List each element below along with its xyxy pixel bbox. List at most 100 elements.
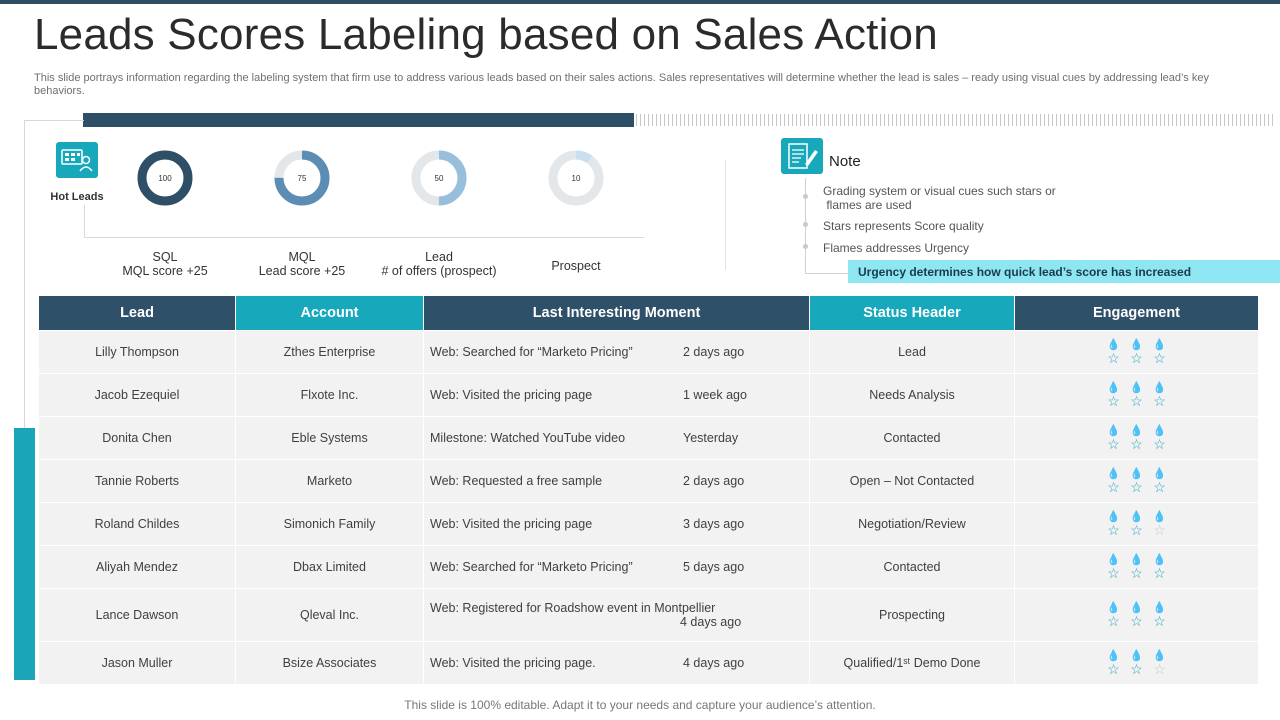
note-bullet (803, 244, 808, 249)
table-row: Jacob Ezequiel Flxote Inc. Web: Visited th… (38, 373, 1259, 417)
cell-account: Zthes Enterprise (235, 330, 424, 374)
cell-status: Contacted (809, 545, 1015, 589)
star-rating: ☆ ☆ ☆ (1102, 565, 1171, 581)
cell-lead: Roland Childes (38, 502, 236, 546)
score-category-detail: Lead score +25 (258, 264, 346, 278)
cell-account: Marketo (235, 459, 424, 503)
star-icon: ☆ (1153, 436, 1166, 452)
star-icon: ☆ (1130, 393, 1143, 409)
note-highlight: Urgency determines how quick lead’s scor… (848, 260, 1280, 283)
cell-moment: Web: Visited the pricing page 3 days ago (423, 502, 810, 546)
score-category-name: Lead (425, 250, 453, 264)
moment-time: 2 days ago (683, 474, 745, 488)
side-accent-bar (14, 428, 35, 680)
score-value: 75 (298, 174, 307, 183)
star-rating: ☆ ☆ ☆ (1102, 350, 1171, 366)
moment-text: Web: Searched for “Marketo Pricing” (430, 345, 633, 359)
score-category-detail: MQL score +25 (122, 264, 208, 278)
star-rating: ☆ ☆ ☆ (1102, 613, 1171, 629)
star-icon: ☆ (1107, 661, 1120, 677)
cell-account: Bsize Associates (235, 641, 424, 685)
star-icon: ☆ (1130, 565, 1143, 581)
moment-time: 5 days ago (683, 560, 745, 574)
star-icon: ☆ (1107, 350, 1120, 366)
moment-text: Web: Searched for “Marketo Pricing” (430, 560, 633, 574)
table-row: Roland Childes Simonich Family Web: Visite… (38, 502, 1259, 546)
note-bullet (803, 194, 808, 199)
score-value: 10 (572, 174, 581, 183)
star-rating: ☆ ☆ ☆ (1102, 661, 1171, 677)
star-rating: ☆ ☆ ☆ (1102, 479, 1171, 495)
moment-text: Web: Visited the pricing page (430, 517, 593, 531)
cell-status: Negotiation/Review (809, 502, 1015, 546)
star-icon: ☆ (1153, 393, 1166, 409)
score-donut: 100 (137, 150, 193, 206)
cell-lead: Lilly Thompson (38, 330, 236, 374)
star-icon: ☆ (1153, 661, 1166, 677)
score-category-label: Prospect (501, 259, 651, 273)
moment-time: Yesterday (683, 431, 739, 445)
cell-moment: Milestone: Watched YouTube video Yesterda… (423, 416, 810, 460)
hot-leads-label: Hot Leads (50, 191, 104, 203)
hot-leads-icon (56, 142, 98, 178)
cell-moment: Web: Registered for Roadshow event in Mo… (423, 588, 810, 642)
score-category-name: SQL (152, 250, 178, 264)
cell-moment: Web: Searched for “Marketo Pricing” 5 day… (423, 545, 810, 589)
cell-engagement: 💧 💧 💧 ☆ ☆ ☆ (1014, 502, 1259, 546)
moment-time: 4 days ago (680, 615, 742, 629)
cell-engagement: 💧 💧 💧 ☆ ☆ ☆ (1014, 459, 1259, 503)
cell-lead: Jacob Ezequiel (38, 373, 236, 417)
cell-lead: Tannie Roberts (38, 459, 236, 503)
note-item: Grading system or visual cues such stars… (823, 184, 1056, 212)
frame-line (24, 120, 25, 428)
star-icon: ☆ (1153, 350, 1166, 366)
cell-moment: Web: Visited the pricing page 1 week ago (423, 373, 810, 417)
cell-moment: Web: Requested a free sample 2 days ago (423, 459, 810, 503)
star-icon: ☆ (1107, 565, 1120, 581)
cell-status: Needs Analysis (809, 373, 1015, 417)
table-row: Tannie Roberts Marketo Web: Requested a fr… (38, 459, 1259, 503)
score-category-name: MQL (288, 250, 316, 264)
cell-lead: Donita Chen (38, 416, 236, 460)
score-value: 100 (158, 174, 172, 183)
slide-footer: This slide is 100% editable. Adapt it to… (404, 698, 876, 712)
cell-engagement: 💧 💧 💧 ☆ ☆ ☆ (1014, 545, 1259, 589)
table-row: Jason Muller Bsize Associates Web: Visited… (38, 641, 1259, 685)
star-icon: ☆ (1130, 613, 1143, 629)
moment-text: Web: Visited the pricing page (430, 388, 593, 402)
table-row: Lilly Thompson Zthes Enterprise Web: Searc… (38, 330, 1259, 374)
score-value: 50 (435, 174, 444, 183)
table-row: Donita Chen Eble Systems Milestone: Watche… (38, 416, 1259, 460)
moment-time: 3 days ago (683, 517, 745, 531)
score-category-label: Lead # of offers (prospect) (364, 250, 514, 278)
note-item: Flames addresses Urgency (823, 241, 970, 255)
leads-table: Lead Account Last Interesting Moment Sta… (38, 295, 1259, 685)
cell-status: Qualified/1ˢᵗ Demo Done (809, 641, 1015, 685)
moment-text: Web: Requested a free sample (430, 474, 603, 488)
header-bar (83, 113, 634, 127)
slide-title: Leads Scores Labeling based on Sales Act… (34, 10, 938, 59)
table-row: Aliyah Mendez Dbax Limited Web: Searched f… (38, 545, 1259, 589)
cell-engagement: 💧 💧 💧 ☆ ☆ ☆ (1014, 641, 1259, 685)
moment-text: Web: Registered for Roadshow event in Mo… (430, 601, 716, 615)
header-tick-bar (636, 114, 1276, 126)
cell-account: Flxote Inc. (235, 373, 424, 417)
score-donut: 10 (548, 150, 604, 206)
cell-moment: Web: Searched for “Marketo Pricing” 2 day… (423, 330, 810, 374)
header-account: Account (235, 295, 424, 331)
header-lead: Lead (38, 295, 236, 331)
moment-text: Milestone: Watched YouTube video (430, 431, 626, 445)
star-icon: ☆ (1130, 479, 1143, 495)
slide-description: This slide portrays information regardin… (34, 72, 1209, 97)
star-icon: ☆ (1107, 393, 1120, 409)
score-category-detail: # of offers (prospect) (381, 264, 497, 278)
note-icon (781, 138, 823, 174)
moment-time: 1 week ago (683, 388, 747, 402)
score-donut: 50 (411, 150, 467, 206)
header-status: Status Header (809, 295, 1015, 331)
star-icon: ☆ (1130, 522, 1143, 538)
cell-lead: Aliyah Mendez (38, 545, 236, 589)
table-header-row: Lead Account Last Interesting Moment Sta… (38, 295, 1259, 331)
star-rating: ☆ ☆ ☆ (1102, 436, 1171, 452)
star-icon: ☆ (1153, 479, 1166, 495)
